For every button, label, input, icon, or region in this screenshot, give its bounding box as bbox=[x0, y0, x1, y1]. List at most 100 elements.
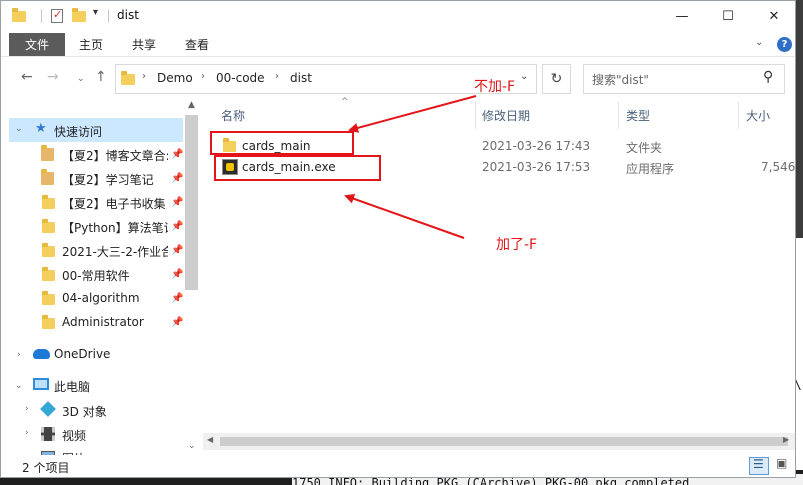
details-view-icon[interactable] bbox=[749, 457, 769, 475]
star-icon: ★ bbox=[35, 121, 47, 136]
column-header-name[interactable]: 名称 bbox=[221, 107, 245, 124]
column-header-modified[interactable]: 修改日期 bbox=[482, 107, 530, 124]
column-divider[interactable] bbox=[738, 101, 739, 129]
back-icon[interactable]: ← bbox=[21, 69, 33, 85]
tab-file[interactable]: 文件 bbox=[9, 33, 65, 56]
pin-icon[interactable]: 📌 bbox=[171, 221, 183, 232]
file-type: 文件夹 bbox=[626, 141, 663, 155]
sidebar-item-ebooks[interactable]: 【夏2】电子书收集 bbox=[62, 195, 168, 212]
annotation-with-f: 加了-F bbox=[496, 237, 538, 253]
recent-locations-icon[interactable]: ⌄ bbox=[77, 74, 85, 84]
breadcrumb-00-code[interactable]: 00-code bbox=[216, 71, 265, 85]
minimize-button[interactable]: — bbox=[659, 1, 705, 31]
sidebar-item-homework[interactable]: 2021-大三-2-作业合 bbox=[62, 243, 168, 260]
pin-icon[interactable]: 📌 bbox=[171, 293, 183, 304]
item-count: 2 个项目 bbox=[22, 461, 70, 475]
background-window bbox=[796, 238, 803, 470]
sidebar-item-this-pc[interactable]: 此电脑 bbox=[54, 378, 90, 395]
help-icon[interactable]: ? bbox=[777, 37, 792, 52]
folder-icon bbox=[42, 243, 56, 257]
address-dropdown-icon[interactable]: ⌄ bbox=[520, 71, 528, 82]
annotation-without-f: 不加-F bbox=[474, 79, 516, 95]
pin-icon[interactable]: 📌 bbox=[171, 149, 183, 160]
folder-icon bbox=[120, 71, 136, 87]
scrollbar-thumb[interactable] bbox=[220, 437, 788, 446]
chevron-right-icon[interactable]: › bbox=[142, 71, 146, 82]
sidebar-item-onedrive[interactable]: OneDrive bbox=[54, 347, 110, 361]
chevron-down-icon[interactable]: ⌄ bbox=[755, 37, 763, 48]
folder-icon bbox=[42, 267, 56, 281]
folder-icon bbox=[11, 8, 27, 24]
chevron-right-icon[interactable]: › bbox=[25, 404, 29, 414]
search-icon[interactable]: ⚲ bbox=[763, 69, 773, 85]
sidebar-item-python[interactable]: 【Python】算法笔记 bbox=[62, 219, 168, 236]
pin-icon[interactable]: 📌 bbox=[171, 173, 183, 184]
sidebar-item-blog[interactable]: 【夏2】博客文章合: bbox=[62, 147, 168, 164]
sidebar-item-notes[interactable]: 【夏2】学习笔记 bbox=[62, 171, 154, 188]
chevron-down-icon[interactable]: ⌄ bbox=[15, 381, 23, 391]
note-folder-icon bbox=[41, 145, 55, 161]
annotation-box-folder bbox=[210, 131, 354, 155]
cloud-icon bbox=[33, 349, 50, 359]
column-divider[interactable] bbox=[475, 101, 476, 129]
pin-icon[interactable]: 📌 bbox=[171, 317, 183, 328]
new-folder-icon[interactable] bbox=[71, 8, 87, 24]
pin-icon[interactable]: 📌 bbox=[171, 269, 183, 280]
chevron-right-icon[interactable]: › bbox=[201, 71, 205, 82]
up-icon[interactable]: ↑ bbox=[95, 69, 107, 85]
sidebar-scrollbar[interactable] bbox=[185, 115, 198, 290]
tab-home[interactable]: 主页 bbox=[79, 36, 103, 53]
quick-access-dropdown-icon[interactable]: ▾ bbox=[93, 7, 98, 18]
pin-icon[interactable]: 📌 bbox=[171, 245, 183, 256]
status-bar bbox=[1, 455, 795, 477]
divider bbox=[108, 9, 109, 23]
forward-icon[interactable]: → bbox=[47, 69, 59, 85]
column-header-size[interactable]: 大小 bbox=[746, 107, 770, 124]
folder-icon bbox=[42, 291, 56, 305]
refresh-button[interactable]: ↻ bbox=[542, 64, 571, 94]
sidebar-item-software[interactable]: 00-常用软件 bbox=[62, 267, 130, 284]
file-size: 7,546 bbox=[761, 160, 796, 174]
maximize-button[interactable]: ☐ bbox=[705, 1, 751, 31]
sidebar-item-videos[interactable]: 视频 bbox=[62, 427, 86, 444]
sort-ascending-icon: ^ bbox=[341, 97, 349, 107]
close-button[interactable]: ✕ bbox=[751, 1, 795, 31]
scroll-right-icon[interactable]: ▶ bbox=[783, 435, 789, 444]
sidebar-item-algorithm[interactable]: 04-algorithm bbox=[62, 291, 140, 305]
search-placeholder: 搜索"dist" bbox=[592, 73, 649, 87]
chevron-right-icon[interactable]: › bbox=[275, 71, 279, 82]
tab-share[interactable]: 共享 bbox=[132, 36, 156, 53]
file-type: 应用程序 bbox=[626, 162, 675, 176]
file-modified: 2021-03-26 17:43 bbox=[482, 139, 591, 153]
refresh-icon: ↻ bbox=[550, 71, 563, 87]
video-icon bbox=[41, 427, 55, 441]
annotation-box-exe bbox=[214, 155, 381, 181]
folder-icon bbox=[42, 195, 56, 209]
chevron-right-icon[interactable]: › bbox=[17, 350, 21, 360]
scroll-left-icon[interactable]: ◀ bbox=[207, 435, 213, 444]
sidebar-item-administrator[interactable]: Administrator bbox=[62, 315, 144, 329]
breadcrumb-dist[interactable]: dist bbox=[290, 71, 312, 85]
column-header-type[interactable]: 类型 bbox=[626, 107, 650, 124]
tab-view[interactable]: 查看 bbox=[185, 36, 209, 53]
divider bbox=[41, 9, 42, 23]
computer-icon bbox=[33, 378, 49, 390]
column-divider[interactable] bbox=[618, 101, 619, 129]
scroll-up-icon[interactable]: ▲ bbox=[188, 100, 195, 110]
pin-icon[interactable]: 📌 bbox=[171, 197, 183, 208]
chevron-right-icon[interactable]: › bbox=[25, 428, 29, 438]
properties-icon[interactable] bbox=[49, 8, 65, 24]
folder-icon bbox=[42, 315, 56, 329]
window-title: dist bbox=[117, 8, 139, 22]
file-modified: 2021-03-26 17:53 bbox=[482, 160, 591, 174]
note-folder-icon bbox=[41, 169, 55, 185]
ribbon bbox=[1, 31, 795, 57]
sidebar-item-3d-objects[interactable]: 3D 对象 bbox=[62, 403, 107, 420]
sidebar-item-label: 快速访问 bbox=[54, 125, 103, 139]
breadcrumb-demo[interactable]: Demo bbox=[157, 71, 193, 85]
folder-icon bbox=[42, 219, 56, 233]
chevron-down-icon[interactable]: ⌄ bbox=[15, 124, 23, 134]
large-icons-view-icon[interactable] bbox=[773, 456, 793, 475]
explorer-window: ▾ dist — ☐ ✕ 文件 主页 共享 查看 ⌄ ? ← → ⌄ ↑ › D… bbox=[0, 0, 796, 478]
scroll-down-icon[interactable]: ⌄ bbox=[188, 441, 196, 451]
